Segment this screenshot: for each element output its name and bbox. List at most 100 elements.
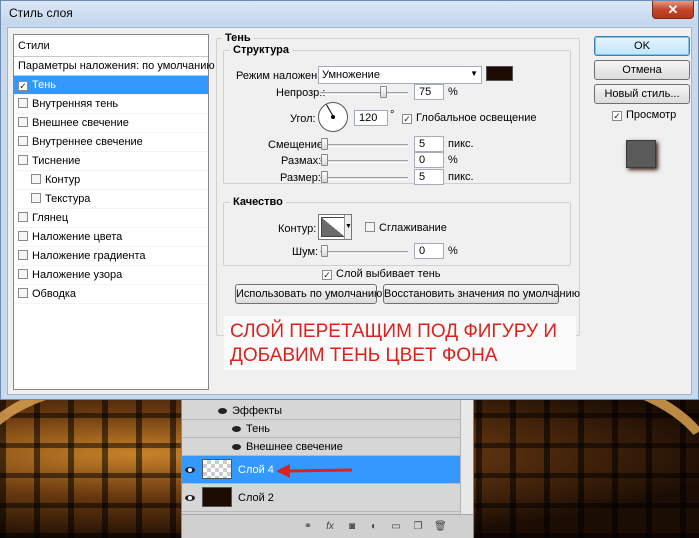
antialias-checkbox[interactable] — [365, 222, 375, 232]
blend-mode-select[interactable]: Умножение ▼ — [318, 66, 482, 84]
eye-icon[interactable] — [185, 495, 195, 501]
fx-icon[interactable]: fx — [324, 521, 336, 533]
antialias-label: Сглаживание — [379, 222, 447, 234]
style-item[interactable]: Внутреннее свечение — [14, 133, 208, 152]
style-item[interactable]: Обводка — [14, 285, 208, 304]
offset-slider-track[interactable] — [320, 144, 408, 147]
link-icon[interactable]: ⚭ — [302, 521, 314, 533]
style-item[interactable]: Наложение цвета — [14, 228, 208, 247]
noise-slider-thumb[interactable] — [321, 245, 328, 257]
size-slider-track[interactable] — [320, 177, 408, 180]
style-item-checkbox[interactable] — [18, 288, 28, 298]
offset-input[interactable]: 5 — [414, 136, 444, 152]
style-item-checkbox[interactable] — [18, 250, 28, 260]
noise-slider-track[interactable] — [320, 251, 408, 254]
size-input[interactable]: 5 — [414, 169, 444, 185]
knockout-row[interactable]: ✓ Слой выбивает тень — [322, 268, 441, 280]
global-light-row[interactable]: ✓ Глобальное освещение — [402, 112, 537, 124]
blending-options-item[interactable]: Параметры наложения: по умолчанию — [14, 57, 215, 76]
styles-list: Стили Параметры наложения: по умолчанию … — [13, 34, 215, 390]
effects-label: Эффекты — [232, 405, 283, 417]
trash-icon[interactable]: 🗑 — [434, 521, 447, 533]
eye-icon[interactable] — [232, 426, 241, 432]
global-light-checkbox[interactable]: ✓ — [402, 114, 412, 124]
style-item[interactable]: Наложение градиента — [14, 247, 208, 266]
style-item-label: Наложение цвета — [32, 231, 123, 243]
restore-default-button[interactable]: Восстановить значения по умолчанию — [383, 284, 580, 304]
spread-slider-track[interactable] — [320, 160, 408, 163]
cancel-button[interactable]: Отмена — [594, 60, 690, 80]
folder-icon[interactable]: ▭ — [390, 521, 402, 533]
adjustment-icon[interactable]: ◐ — [368, 521, 380, 533]
style-item[interactable]: ✓ Тень — [14, 76, 208, 95]
effect-item-label: Тень — [246, 423, 271, 435]
structure-title: Структура — [230, 44, 292, 56]
spread-slider-thumb[interactable] — [321, 154, 328, 166]
global-light-label: Глобальное освещение — [416, 112, 537, 124]
eye-icon[interactable] — [232, 444, 241, 450]
layers-scrollbar[interactable] — [460, 400, 473, 514]
ok-button[interactable]: OK — [594, 36, 690, 56]
style-item-checkbox[interactable] — [18, 212, 28, 222]
style-item-checkbox[interactable] — [18, 98, 28, 108]
opacity-slider-track[interactable] — [320, 92, 408, 95]
new-style-button[interactable]: Новый стиль... — [594, 84, 690, 104]
spread-input[interactable]: 0 — [414, 152, 444, 168]
use-default-button[interactable]: Использовать по умолчанию — [235, 284, 382, 304]
new-layer-icon[interactable]: ❐ — [412, 521, 424, 533]
style-item[interactable]: Внутренняя тень — [14, 95, 208, 114]
style-item-checkbox[interactable] — [18, 231, 28, 241]
preview-row[interactable]: ✓ Просмотр — [612, 109, 676, 121]
style-item[interactable]: Текстура — [14, 190, 208, 209]
noise-unit: % — [448, 245, 458, 257]
effect-item-row[interactable]: Тень — [182, 420, 462, 438]
effects-row[interactable]: Эффекты — [182, 402, 462, 420]
size-slider-thumb[interactable] — [321, 171, 328, 183]
style-item[interactable]: Тиснение — [14, 152, 208, 171]
angle-dial[interactable] — [318, 102, 348, 132]
knockout-checkbox[interactable]: ✓ — [322, 270, 332, 280]
angle-input[interactable]: 120 — [354, 110, 388, 126]
angle-label: Угол: — [290, 113, 316, 125]
effect-item-row[interactable]: Внешнее свечение — [182, 438, 462, 456]
style-item-label: Обводка — [32, 288, 77, 300]
preview-checkbox[interactable]: ✓ — [612, 111, 622, 121]
style-item-checkbox[interactable] — [18, 117, 28, 127]
eye-icon[interactable] — [218, 408, 227, 414]
styles-header[interactable]: Стили — [14, 35, 208, 57]
eye-icon[interactable] — [185, 467, 195, 473]
preview-label: Просмотр — [626, 109, 677, 121]
offset-slider-thumb[interactable] — [321, 138, 328, 150]
style-item-label: Тиснение — [32, 155, 81, 167]
mask-icon[interactable]: ◙ — [346, 521, 358, 533]
style-item-checkbox[interactable] — [18, 155, 28, 165]
annotation-note: СЛОЙ ПЕРЕТАЩИМ ПОД ФИГУРУ И ДОБАВИМ ТЕНЬ… — [224, 316, 576, 370]
layers-panel: Эффекты Тень Внешнее свечение Слой 4 Сло… — [181, 400, 474, 538]
opacity-input[interactable]: 75 — [414, 84, 444, 100]
style-item-checkbox[interactable] — [31, 174, 41, 184]
antialias-row[interactable]: Сглаживание — [365, 222, 447, 234]
style-item[interactable]: Контур — [14, 171, 208, 190]
shadow-group-title: Тень — [222, 32, 254, 44]
style-item[interactable]: Внешнее свечение — [14, 114, 208, 133]
noise-input[interactable]: 0 — [414, 243, 444, 259]
layer-name[interactable]: Слой 4 — [238, 464, 274, 476]
style-item-checkbox[interactable] — [18, 136, 28, 146]
knockout-label: Слой выбивает тень — [336, 268, 441, 280]
annotation-line-1: СЛОЙ ПЕРЕТАЩИМ ПОД ФИГУРУ И — [230, 321, 558, 342]
style-item[interactable]: Наложение узора — [14, 266, 208, 285]
shadow-color-swatch[interactable] — [486, 66, 513, 81]
red-arrow-icon — [276, 464, 353, 478]
chevron-down-icon[interactable]: ▼ — [344, 215, 352, 239]
style-item-checkbox[interactable] — [31, 193, 41, 203]
preview-thumbnail — [626, 140, 656, 168]
style-item-checkbox[interactable]: ✓ — [18, 81, 28, 91]
style-item-checkbox[interactable] — [18, 269, 28, 279]
layer-name[interactable]: Слой 2 — [238, 492, 274, 504]
offset-label: Смещение: — [268, 139, 327, 151]
opacity-slider-thumb[interactable] — [380, 86, 387, 98]
layer-row[interactable]: Слой 2 — [182, 484, 462, 512]
close-button[interactable]: ✕ — [652, 1, 694, 19]
style-item[interactable]: Глянец — [14, 209, 208, 228]
contour-picker[interactable]: ▼ — [318, 214, 352, 240]
